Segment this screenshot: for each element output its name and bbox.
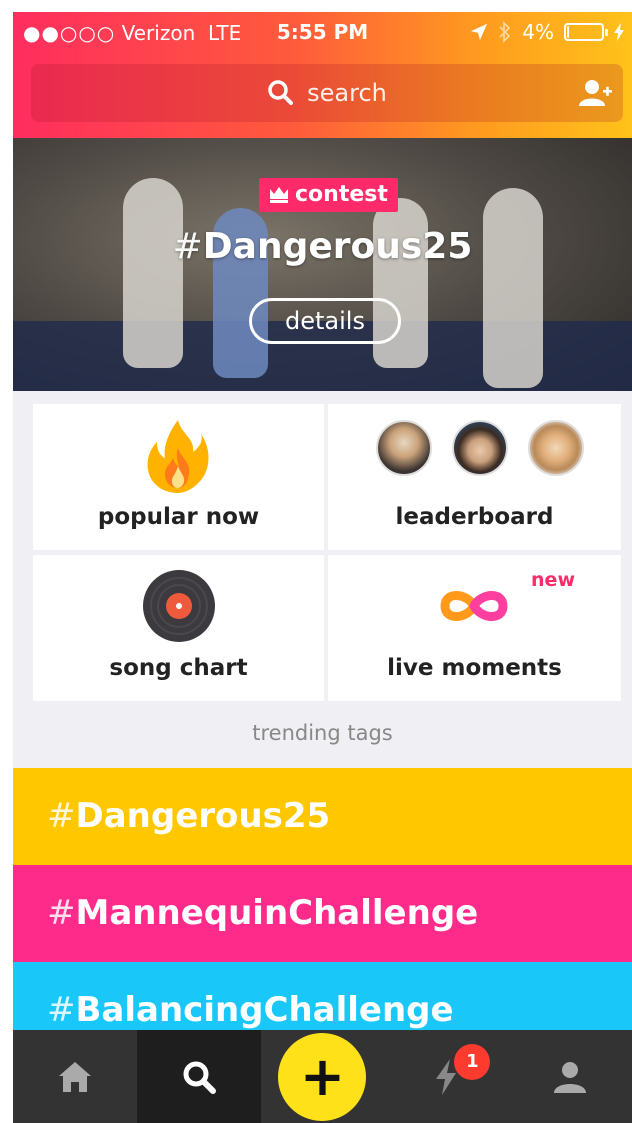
live-moments-tile[interactable]: new live moments bbox=[328, 555, 621, 701]
profile-icon bbox=[554, 1061, 587, 1093]
tab-create[interactable]: + bbox=[261, 1030, 385, 1123]
vinyl-record-icon bbox=[143, 570, 215, 642]
search-bar[interactable]: search bbox=[31, 64, 623, 122]
bluetooth-icon bbox=[499, 21, 511, 43]
add-user-icon[interactable] bbox=[579, 78, 613, 108]
details-button[interactable]: details bbox=[249, 298, 401, 344]
app-frame: ●●○○○ Verizon LTE 5:55 PM 4% search cont… bbox=[13, 12, 632, 1123]
contest-title-hash: # bbox=[172, 226, 203, 267]
status-bar: ●●○○○ Verizon LTE 5:55 PM 4% bbox=[13, 12, 632, 52]
contest-badge-label: contest bbox=[295, 182, 388, 207]
popular-now-label: popular now bbox=[97, 504, 260, 530]
home-icon bbox=[58, 1061, 91, 1092]
avatar bbox=[452, 420, 508, 476]
trending-tag[interactable]: #MannequinChallenge bbox=[13, 865, 632, 962]
battery-fill bbox=[567, 26, 569, 38]
tab-home[interactable] bbox=[13, 1030, 137, 1123]
leaderboard-label: leaderboard bbox=[395, 504, 554, 530]
trending-tags-heading: trending tags bbox=[252, 721, 393, 745]
notification-badge: 1 bbox=[454, 1044, 491, 1080]
leaderboard-avatars bbox=[376, 420, 584, 476]
avatar bbox=[528, 420, 584, 476]
trending-tag-name: MannequinChallenge bbox=[75, 893, 479, 933]
battery-percent: 4% bbox=[522, 20, 554, 44]
search-field[interactable]: search bbox=[31, 79, 623, 107]
location-arrow-icon bbox=[471, 23, 488, 41]
tab-search[interactable] bbox=[136, 1030, 261, 1123]
trending-tag-hash: # bbox=[47, 893, 76, 933]
leaderboard-tile[interactable]: leaderboard bbox=[328, 404, 621, 550]
avatar bbox=[376, 420, 432, 476]
contest-banner[interactable]: contest #Dangerous25 details bbox=[13, 138, 632, 391]
header: ●●○○○ Verizon LTE 5:55 PM 4% search bbox=[13, 12, 632, 138]
new-badge: new bbox=[531, 569, 575, 591]
popular-now-tile[interactable]: popular now bbox=[33, 404, 324, 550]
contest-title: #Dangerous25 bbox=[13, 226, 632, 267]
contest-title-tag: Dangerous25 bbox=[202, 226, 473, 267]
flame-icon bbox=[147, 420, 209, 493]
search-icon bbox=[183, 1061, 216, 1094]
live-moments-label: live moments bbox=[387, 655, 562, 681]
trending-tag-hash: # bbox=[47, 990, 76, 1030]
banner-dancer bbox=[483, 188, 543, 388]
trending-tag-name: Dangerous25 bbox=[75, 796, 331, 836]
song-chart-label: song chart bbox=[109, 655, 248, 681]
contest-badge: contest bbox=[259, 178, 398, 212]
trending-tag-name: BalancingChallenge bbox=[75, 990, 454, 1030]
tab-notifications[interactable]: 1 bbox=[384, 1030, 508, 1123]
crown-icon bbox=[270, 187, 288, 203]
trending-tag[interactable]: #Dangerous25 bbox=[13, 768, 632, 865]
search-icon bbox=[268, 80, 294, 105]
infinity-icon bbox=[440, 591, 508, 621]
tab-bar: + 1 bbox=[13, 1030, 632, 1123]
tab-profile[interactable] bbox=[508, 1030, 632, 1123]
song-chart-tile[interactable]: song chart bbox=[33, 555, 324, 701]
trending-tag-hash: # bbox=[47, 796, 76, 836]
charging-icon bbox=[614, 23, 624, 41]
banner-dancer bbox=[123, 178, 183, 368]
create-plus-icon: + bbox=[278, 1032, 367, 1121]
search-placeholder: search bbox=[307, 79, 387, 107]
battery-icon bbox=[564, 23, 608, 41]
